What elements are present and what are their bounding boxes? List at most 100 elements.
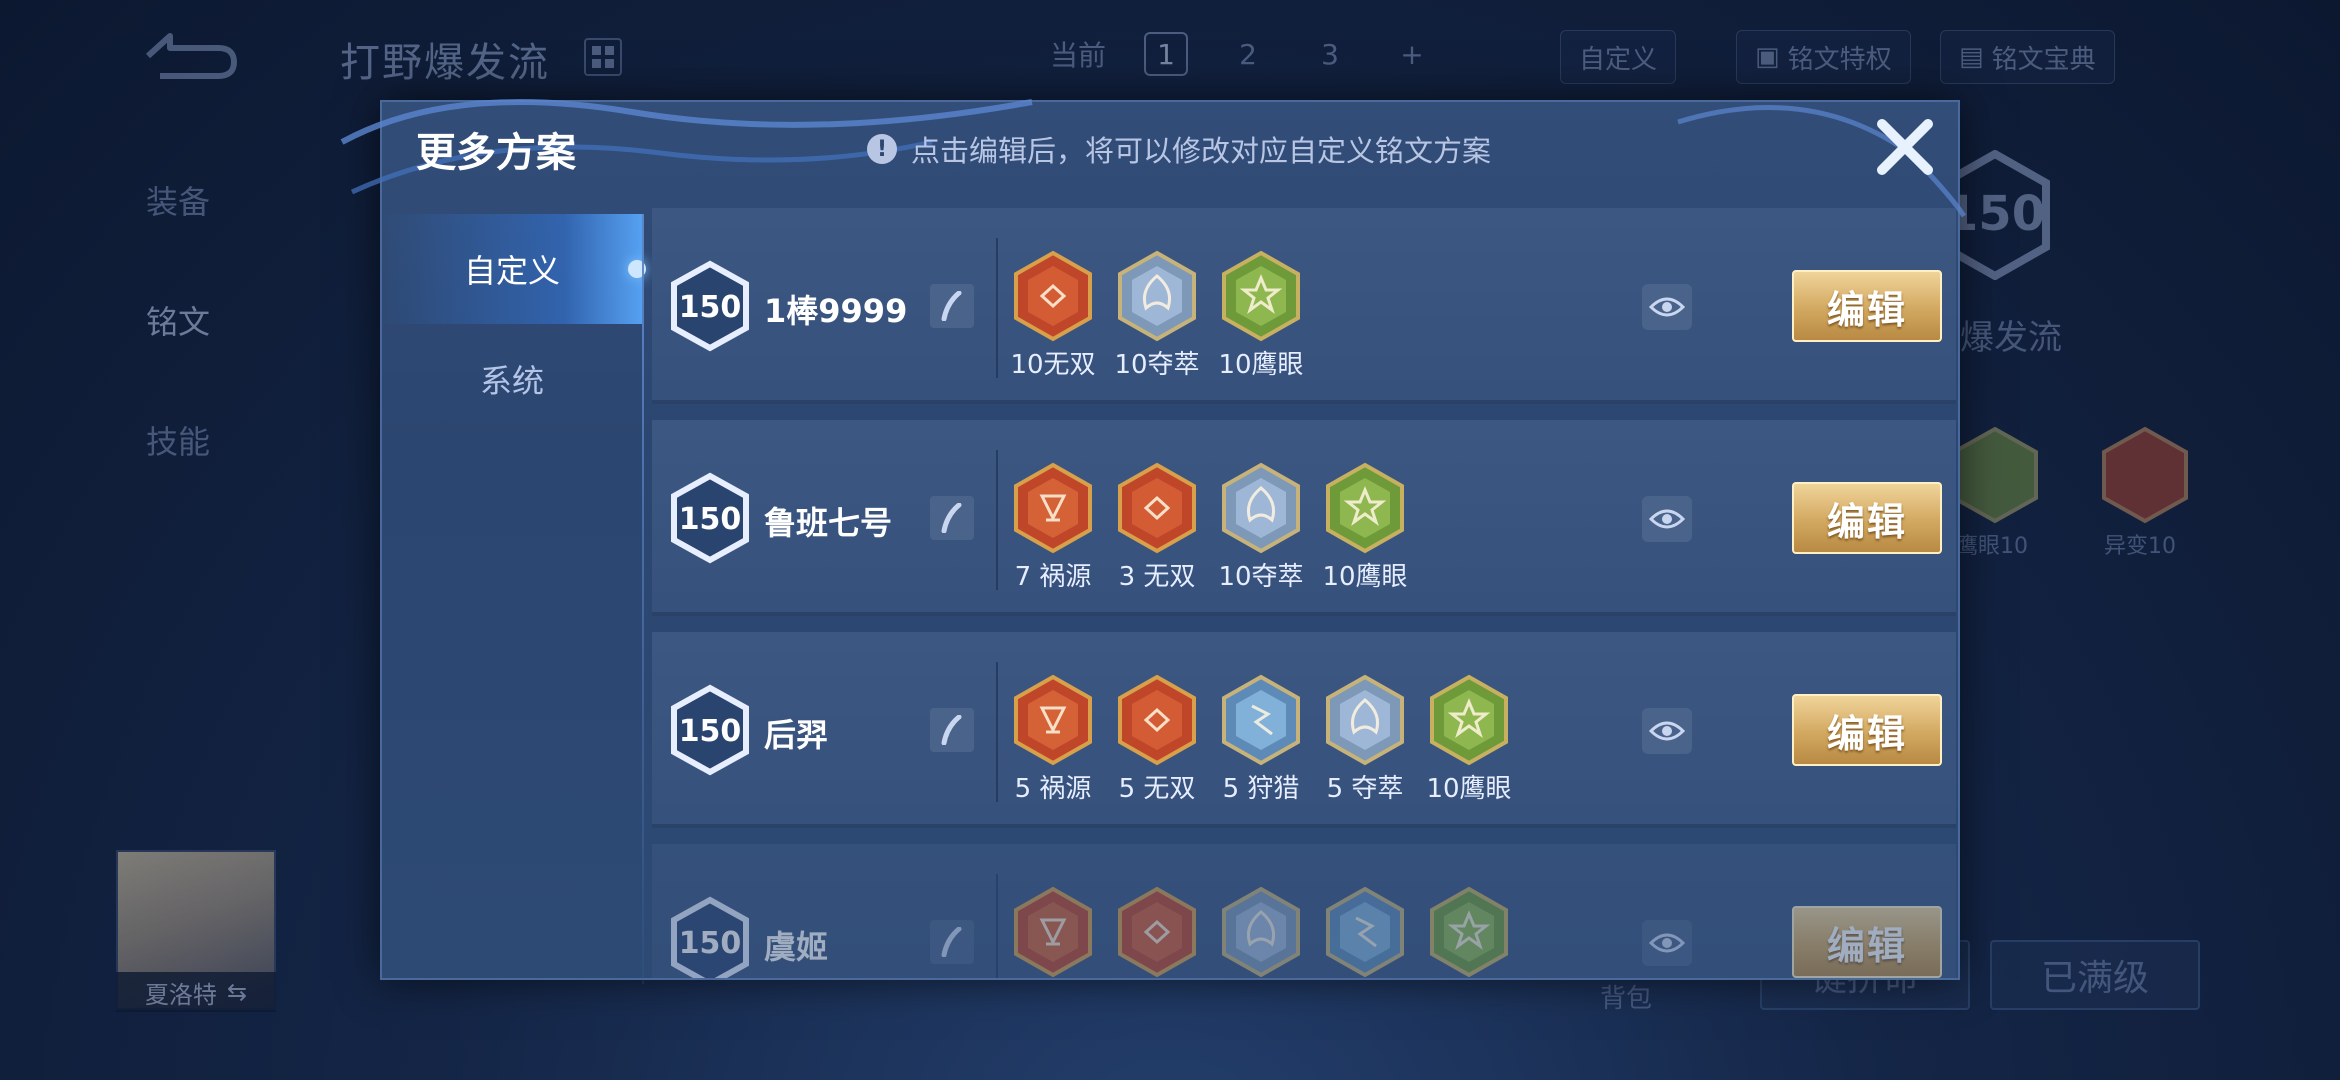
book-icon: ▤ bbox=[1959, 42, 1984, 72]
rename-button[interactable] bbox=[930, 496, 974, 540]
edit-button[interactable]: 编辑 bbox=[1792, 694, 1942, 766]
pen-icon bbox=[941, 503, 962, 533]
back-arrow-icon[interactable] bbox=[140, 28, 240, 84]
level-hex-icon: 150 bbox=[671, 684, 749, 776]
rename-button[interactable] bbox=[930, 284, 974, 328]
scheme-level: 150 bbox=[679, 290, 742, 325]
rune-item[interactable]: 3 无双 bbox=[1116, 462, 1198, 593]
page-tab-1[interactable]: 1 bbox=[1144, 32, 1189, 76]
rune-item[interactable] bbox=[1428, 886, 1510, 978]
preview-button[interactable] bbox=[1642, 284, 1692, 330]
scheme-name: 虞姬 bbox=[764, 928, 829, 966]
eye-icon bbox=[1649, 721, 1685, 741]
rune-item[interactable]: 10无双 bbox=[1010, 250, 1096, 381]
rename-button[interactable] bbox=[930, 920, 974, 964]
rune-item[interactable] bbox=[1116, 886, 1198, 978]
eye-icon bbox=[1649, 933, 1685, 953]
edit-button[interactable]: 编辑 bbox=[1792, 906, 1942, 978]
scheme-level: 150 bbox=[679, 714, 742, 749]
info-icon: ! bbox=[867, 134, 897, 164]
privilege-icon: ▣ bbox=[1755, 42, 1780, 72]
close-button[interactable] bbox=[1870, 112, 1940, 182]
rune-label: 10鹰眼 bbox=[1426, 774, 1512, 804]
rune-list: 10无双 10夺萃 10鹰眼 bbox=[1010, 250, 1304, 381]
rune-item[interactable]: 5 夺萃 bbox=[1324, 674, 1406, 805]
custom-button[interactable]: 自定义 bbox=[1560, 30, 1677, 84]
grid-menu-icon[interactable] bbox=[584, 38, 622, 76]
scheme-name: 后羿 bbox=[764, 716, 829, 754]
hint-text: 点击编辑后，将可以修改对应自定义铭文方案 bbox=[911, 134, 1492, 168]
rune-item[interactable]: 10鹰眼 bbox=[1426, 674, 1512, 805]
wushuang-rune-icon bbox=[1118, 886, 1196, 978]
rune-label: 7 祸源 bbox=[1014, 562, 1092, 592]
plan-page-tabs: 当前 1 2 3 + bbox=[1050, 32, 1434, 76]
mutation-rune-icon bbox=[2102, 426, 2188, 524]
edit-button[interactable]: 编辑 bbox=[1792, 270, 1942, 342]
pen-icon bbox=[941, 715, 962, 745]
right-rune-label-2: 异变10 bbox=[2104, 534, 2176, 559]
scheme-row: 150 虞姬 编辑 bbox=[652, 844, 1956, 978]
rune-item[interactable] bbox=[1012, 886, 1094, 978]
rune-list: 7 祸源 3 无双 10夺萃 10鹰眼 bbox=[1012, 462, 1408, 593]
side-nav-equipment[interactable]: 装备 bbox=[146, 140, 210, 260]
hero-name-bar[interactable]: 夏洛特 ⇆ bbox=[116, 972, 276, 1012]
eagle-eye-rune-icon bbox=[1952, 426, 2038, 524]
maxed-level-button[interactable]: 已满级 bbox=[1990, 940, 2200, 1010]
right-rune-label-1: 鹰眼10 bbox=[1956, 534, 2028, 559]
side-nav-runes[interactable]: 铭文 bbox=[146, 260, 210, 380]
duocui-rune-icon bbox=[1118, 250, 1196, 342]
rune-label: 10鹰眼 bbox=[1218, 350, 1304, 380]
preview-button[interactable] bbox=[1642, 496, 1692, 542]
rune-item[interactable] bbox=[1220, 886, 1302, 978]
scheme-row: 150 1棒9999 10无双 10夺萃 10鹰眼 编辑 bbox=[652, 208, 1956, 404]
hint-text-row: ! 点击编辑后，将可以修改对应自定义铭文方案 bbox=[867, 128, 1491, 170]
rune-privilege-button[interactable]: ▣ 铭文特权 bbox=[1736, 30, 1911, 84]
bag-label[interactable]: 背包 bbox=[1600, 978, 1652, 1015]
scheme-list[interactable]: 150 1棒9999 10无双 10夺萃 10鹰眼 编辑 150 鲁班七号 7 … bbox=[652, 208, 1956, 978]
rune-item[interactable]: 5 无双 bbox=[1116, 674, 1198, 805]
page-tab-3[interactable]: 3 bbox=[1308, 38, 1352, 71]
rune-label: 3 无双 bbox=[1118, 562, 1196, 592]
scheme-name: 1棒9999 bbox=[764, 292, 908, 330]
rune-item[interactable]: 7 祸源 bbox=[1012, 462, 1094, 593]
rune-item[interactable]: 5 祸源 bbox=[1012, 674, 1094, 805]
rune-privilege-label: 铭文特权 bbox=[1787, 44, 1892, 75]
rune-item[interactable]: 10夺萃 bbox=[1218, 462, 1304, 593]
row-divider bbox=[996, 874, 998, 978]
rune-book-button[interactable]: ▤ 铭文宝典 bbox=[1940, 30, 2115, 84]
side-nav: 装备 铭文 技能 bbox=[146, 140, 210, 500]
tab-system[interactable]: 系统 bbox=[382, 324, 642, 434]
right-plan-title: 爆发流 bbox=[1960, 318, 2062, 358]
rune-list bbox=[1012, 886, 1510, 978]
side-nav-skills[interactable]: 技能 bbox=[146, 380, 210, 500]
yingyan-rune-icon bbox=[1430, 886, 1508, 978]
preview-button[interactable] bbox=[1642, 708, 1692, 754]
page-tab-2[interactable]: 2 bbox=[1226, 38, 1270, 71]
tab-custom[interactable]: 自定义 bbox=[382, 214, 646, 324]
preview-button[interactable] bbox=[1642, 920, 1692, 966]
edit-button[interactable]: 编辑 bbox=[1792, 482, 1942, 554]
rune-item[interactable]: 5 狩猎 bbox=[1220, 674, 1302, 805]
scheme-level: 150 bbox=[679, 926, 742, 961]
rune-item[interactable]: 10鹰眼 bbox=[1218, 250, 1304, 381]
duocui-rune-icon bbox=[1222, 462, 1300, 554]
yingyan-rune-icon bbox=[1222, 250, 1300, 342]
scheme-row: 150 后羿 5 祸源 5 无双 5 狩猎 5 夺萃 10鹰眼 编辑 bbox=[652, 632, 1956, 828]
rename-button[interactable] bbox=[930, 708, 974, 752]
rune-book-label: 铭文宝典 bbox=[1991, 44, 2096, 75]
wushuang-rune-icon bbox=[1118, 674, 1196, 766]
rune-label: 5 祸源 bbox=[1014, 774, 1092, 804]
wushuang-rune-icon bbox=[1118, 462, 1196, 554]
yingyan-rune-icon bbox=[1326, 462, 1404, 554]
plan-title: 打野爆发流 bbox=[340, 40, 550, 86]
row-divider bbox=[996, 662, 998, 802]
rune-item[interactable]: 10夺萃 bbox=[1114, 250, 1200, 381]
rune-list: 5 祸源 5 无双 5 狩猎 5 夺萃 10鹰眼 bbox=[1012, 674, 1512, 805]
huoyuan-rune-icon bbox=[1014, 886, 1092, 978]
add-page-button[interactable]: + bbox=[1390, 38, 1434, 71]
huoyuan-rune-icon bbox=[1014, 462, 1092, 554]
rune-item[interactable] bbox=[1324, 886, 1406, 978]
rune-item[interactable]: 10鹰眼 bbox=[1322, 462, 1408, 593]
nav-divider bbox=[642, 214, 644, 984]
scheme-row: 150 鲁班七号 7 祸源 3 无双 10夺萃 10鹰眼 编辑 bbox=[652, 420, 1956, 616]
